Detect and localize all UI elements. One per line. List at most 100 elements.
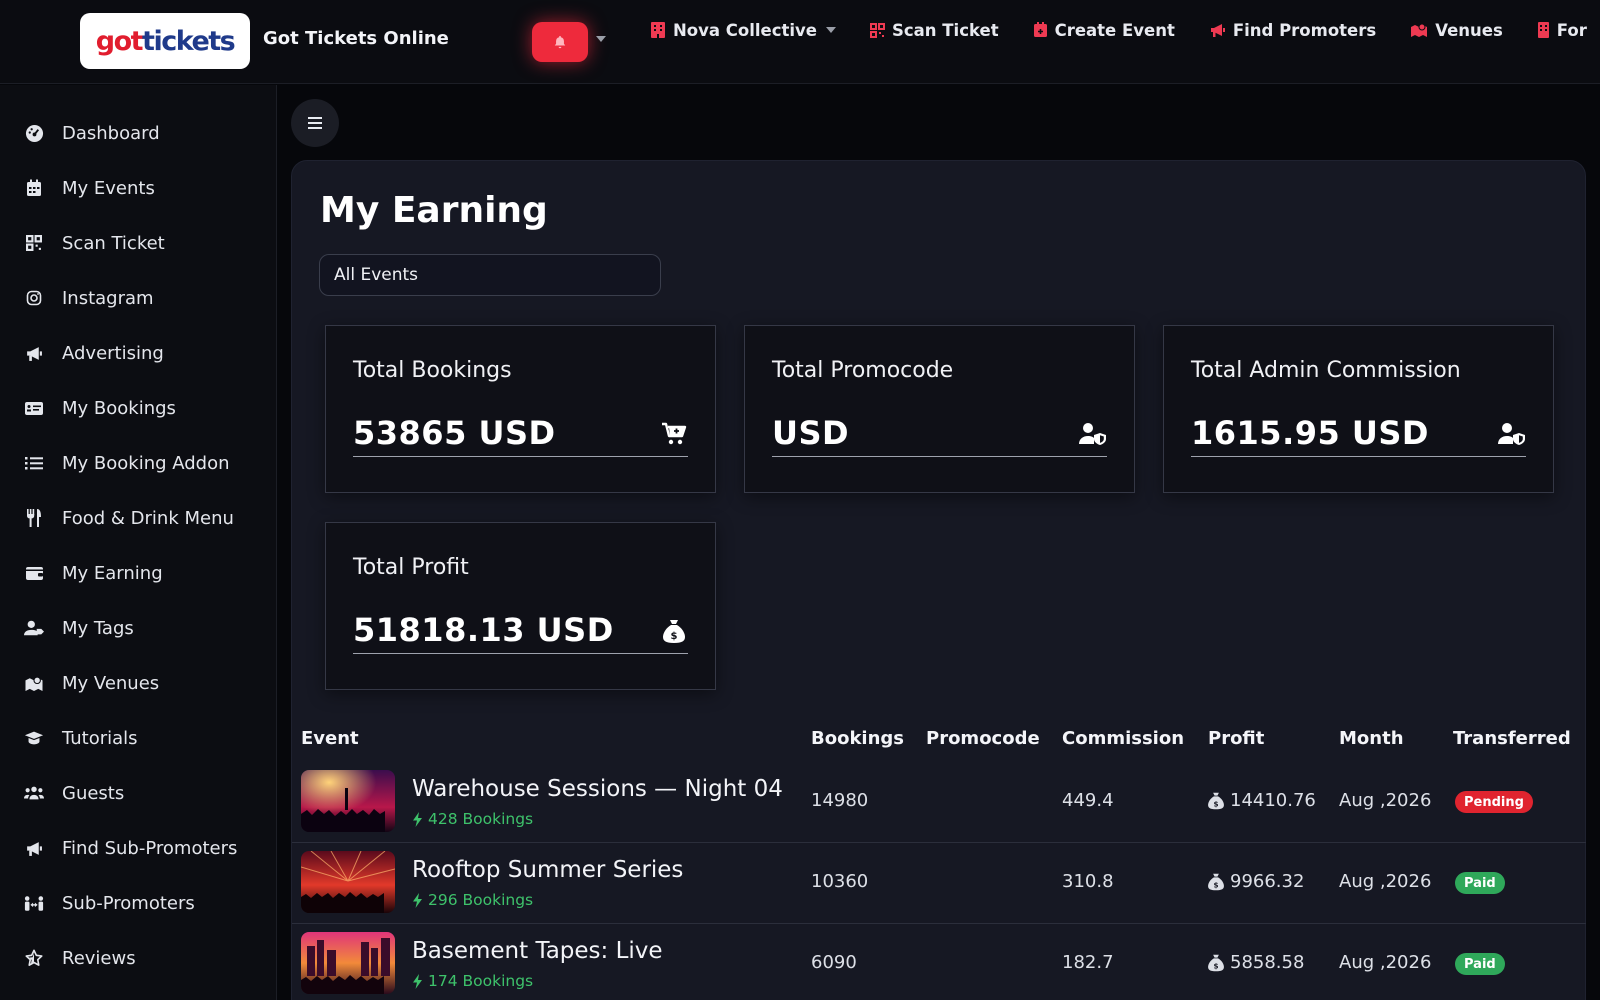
sidebar-item-tutorials[interactable]: Tutorials	[24, 724, 138, 752]
card-total-bookings: Total Bookings 53865 USD	[325, 325, 716, 493]
cell-profit: $ 9966.32	[1208, 871, 1304, 892]
svg-text:$: $	[671, 631, 678, 642]
bolt-icon	[413, 811, 422, 827]
nav-venues[interactable]: Venues	[1410, 18, 1503, 42]
sidebar-item-label: My Events	[62, 177, 155, 199]
nav-organization[interactable]: Nova Collective	[650, 18, 836, 42]
card-total-promocode: Total Promocode USD	[744, 325, 1135, 493]
sidebar-item-sub-promoters[interactable]: Sub-Promoters	[24, 889, 195, 917]
bolt-icon	[413, 892, 422, 908]
sidebar-item-label: Reviews	[62, 947, 136, 969]
column-header-promocode[interactable]: Promocode	[926, 728, 1040, 749]
sidebar-item-reviews[interactable]: Reviews	[24, 944, 136, 972]
nav-label: Find Promoters	[1232, 20, 1377, 40]
user-shield-icon	[1079, 420, 1107, 448]
event-bookings-count: 296 Bookings	[412, 891, 533, 909]
cell-profit: $ 14410.76	[1208, 790, 1316, 811]
event-bookings-count: 428 Bookings	[412, 810, 533, 828]
event-bookings-count-text: 174 Bookings	[428, 972, 534, 990]
row-divider	[292, 842, 1586, 843]
list-icon	[24, 453, 44, 473]
sidebar-item-my-earning[interactable]: My Earning	[24, 559, 163, 587]
sidebar-item-my-events[interactable]: My Events	[24, 174, 155, 202]
building-icon	[1537, 22, 1549, 38]
card-value: 1615.95 USD	[1191, 414, 1429, 452]
cell-commission: 449.4	[1062, 790, 1114, 811]
star-icon	[24, 948, 44, 968]
event-thumbnail[interactable]	[301, 851, 395, 913]
event-name[interactable]: Warehouse Sessions — Night 04	[412, 776, 783, 802]
megaphone-icon	[24, 838, 44, 858]
sidebar-item-food-drink-menu[interactable]: Food & Drink Menu	[24, 504, 234, 532]
sidebar-item-label: Advertising	[62, 342, 164, 364]
wallet-icon	[24, 563, 44, 583]
event-bookings-count: 174 Bookings	[412, 972, 533, 990]
sidebar-item-label: My Bookings	[62, 397, 176, 419]
column-header-commission[interactable]: Commission	[1062, 728, 1184, 749]
cell-month: Aug ,2026	[1339, 952, 1432, 973]
sidebar-item-label: Scan Ticket	[62, 232, 165, 254]
sidebar-item-label: Dashboard	[62, 122, 160, 144]
user-shield-icon	[1498, 420, 1526, 448]
status-badge: Paid	[1455, 872, 1505, 894]
column-header-profit[interactable]: Profit	[1208, 728, 1264, 749]
nav-label: For	[1556, 20, 1587, 40]
bolt-icon	[413, 973, 422, 989]
sidebar-item-scan-ticket[interactable]: Scan Ticket	[24, 229, 165, 257]
event-name[interactable]: Rooftop Summer Series	[412, 857, 683, 883]
event-filter-select[interactable]: All Events	[319, 254, 661, 296]
event-thumbnail[interactable]	[301, 932, 395, 994]
cell-profit-value: 5858.58	[1230, 952, 1305, 973]
brand-name: Got Tickets Online	[263, 28, 449, 49]
sidebar-item-label: My Venues	[62, 672, 160, 694]
sidebar-item-dashboard[interactable]: Dashboard	[24, 119, 160, 147]
sidebar-item-label: Tutorials	[62, 727, 138, 749]
event-thumbnail[interactable]	[301, 770, 395, 832]
chevron-down-icon[interactable]	[596, 36, 606, 42]
nav-find-promoters[interactable]: Find Promoters	[1209, 18, 1376, 42]
bell-icon	[554, 35, 566, 49]
sidebar-item-my-tags[interactable]: My Tags	[24, 614, 134, 642]
money-bag-icon: $	[1208, 873, 1224, 890]
sidebar-item-label: Guests	[62, 782, 125, 804]
sidebar-item-guests[interactable]: Guests	[24, 779, 124, 807]
sidebar-item-my-venues[interactable]: My Venues	[24, 669, 159, 697]
sidebar-item-my-booking-addon[interactable]: My Booking Addon	[24, 449, 230, 477]
card-divider	[353, 456, 688, 457]
map-location-icon	[1411, 23, 1428, 37]
cell-profit-value: 9966.32	[1230, 871, 1305, 892]
sidebar-item-instagram[interactable]: Instagram	[24, 284, 154, 312]
qrcode-icon	[24, 233, 44, 253]
column-header-event[interactable]: Event	[301, 728, 359, 749]
nav-for[interactable]: For	[1537, 18, 1587, 42]
card-value: 51818.13 USD	[353, 611, 614, 649]
sidebar-item-label: My Earning	[62, 562, 163, 584]
event-bookings-count-text: 296 Bookings	[428, 891, 534, 909]
megaphone-icon	[1210, 24, 1225, 37]
nav-scan-ticket[interactable]: Scan Ticket	[870, 18, 999, 42]
sidebar-toggle-button[interactable]	[291, 99, 339, 147]
notifications-button[interactable]	[532, 22, 588, 62]
event-name[interactable]: Basement Tapes: Live	[412, 938, 663, 964]
status-badge: Paid	[1455, 953, 1505, 975]
cell-bookings: 14980	[811, 790, 869, 811]
column-header-bookings[interactable]: Bookings	[811, 728, 904, 749]
calendar-plus-icon	[1033, 22, 1047, 37]
nav-label: Venues	[1435, 20, 1503, 40]
sidebar-item-advertising[interactable]: Advertising	[24, 339, 164, 367]
calendar-icon	[24, 178, 44, 198]
nav-create-event[interactable]: Create Event	[1033, 18, 1175, 42]
status-badge: Pending	[1455, 791, 1533, 813]
svg-text:$: $	[1213, 799, 1218, 808]
sidebar-item-my-bookings[interactable]: My Bookings	[24, 394, 176, 422]
logo[interactable]: gottickets	[80, 13, 250, 69]
column-header-transferred[interactable]: Transferred	[1453, 728, 1571, 749]
cell-bookings: 6090	[811, 952, 857, 973]
building-icon	[651, 22, 665, 38]
sidebar-item-label: My Booking Addon	[62, 452, 230, 474]
column-header-month[interactable]: Month	[1339, 728, 1404, 749]
sidebar-item-find-sub-promoters[interactable]: Find Sub-Promoters	[24, 834, 237, 862]
cart-plus-icon	[660, 420, 688, 448]
sidebar-item-label: Food & Drink Menu	[62, 507, 234, 529]
card-value: USD	[772, 414, 850, 452]
